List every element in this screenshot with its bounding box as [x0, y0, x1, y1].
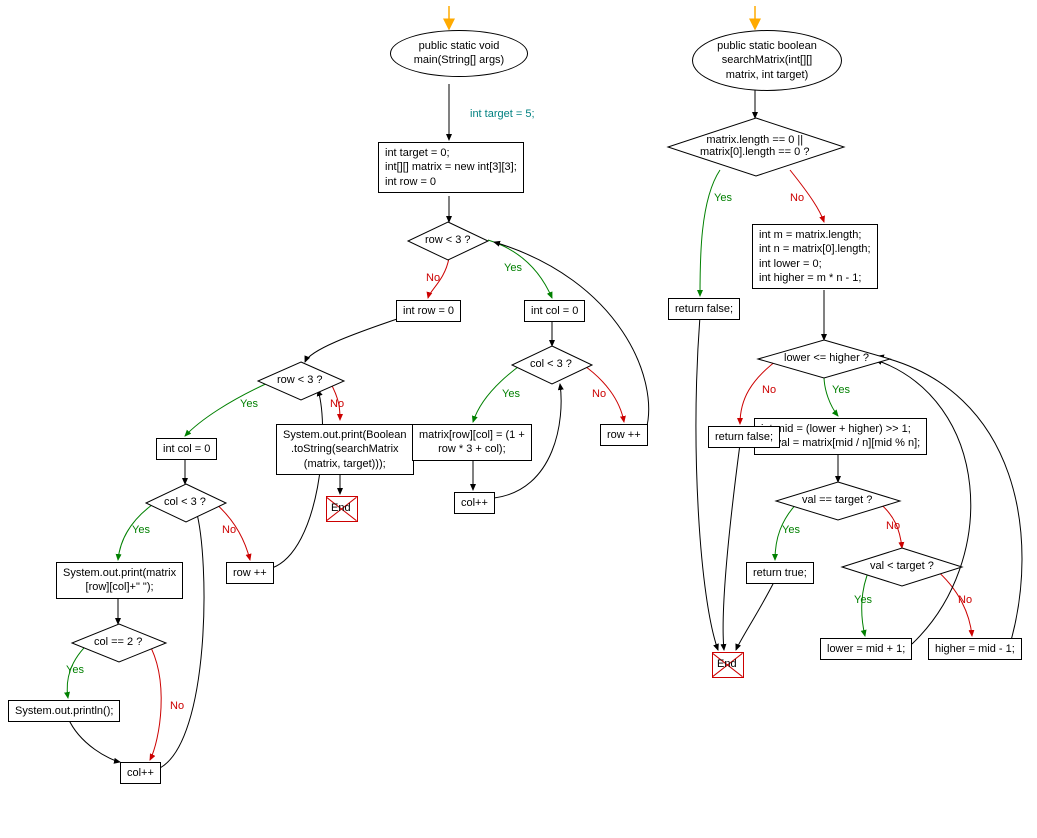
no-5: No	[170, 700, 184, 712]
no-r1: No	[790, 192, 804, 204]
no-3: No	[592, 388, 606, 400]
row-pp-a: row ++	[600, 424, 648, 446]
comment-target: int target = 5;	[470, 108, 535, 120]
end-left-label: End	[331, 502, 351, 514]
col-lt-3-a-text: col < 3 ?	[530, 358, 572, 370]
println: System.out.println();	[8, 700, 120, 722]
yes-1: Yes	[504, 262, 522, 274]
row-lt-3-b-text: row < 3 ?	[277, 374, 323, 386]
yes-4: Yes	[132, 524, 150, 536]
row-pp-b: row ++	[226, 562, 274, 584]
init-vars-right: int m = matrix.length; int n = matrix[0]…	[752, 224, 878, 289]
no-r2: No	[762, 384, 776, 396]
val-eq-target-text: val == target ?	[802, 494, 872, 506]
yes-r3: Yes	[782, 524, 800, 536]
yes-r4: Yes	[854, 594, 872, 606]
int-col-0-b: int col = 0	[156, 438, 217, 460]
int-col-0-a: int col = 0	[524, 300, 585, 322]
return-false-a: return false;	[668, 298, 740, 320]
no-2: No	[330, 398, 344, 410]
start-main: public static void main(String[] args)	[390, 30, 528, 77]
col-lt-3-b-text: col < 3 ?	[164, 496, 206, 508]
no-1: No	[426, 272, 440, 284]
matrix-assign: matrix[row][col] = (1 + row * 3 + col);	[412, 424, 532, 461]
end-right-label: End	[717, 658, 737, 670]
col-eq-2-text: col == 2 ?	[94, 636, 142, 648]
lower-assign: lower = mid + 1;	[820, 638, 912, 660]
end-right: End	[712, 652, 744, 678]
col-pp-b: col++	[120, 762, 161, 784]
end-left: End	[326, 496, 358, 522]
yes-2: Yes	[240, 398, 258, 410]
row-lt-3-a-text: row < 3 ?	[425, 234, 471, 246]
int-row-0-b: int row = 0	[396, 300, 461, 322]
col-pp-a: col++	[454, 492, 495, 514]
start-search: public static boolean searchMatrix(int[]…	[692, 30, 842, 91]
no-4: No	[222, 524, 236, 536]
lower-le-higher-text: lower <= higher ?	[784, 352, 869, 364]
return-true: return true;	[746, 562, 814, 584]
print-bool: System.out.print(Boolean .toString(searc…	[276, 424, 414, 475]
return-false-b: return false;	[708, 426, 780, 448]
yes-5: Yes	[66, 664, 84, 676]
print-matrix: System.out.print(matrix [row][col]+" ");	[56, 562, 183, 599]
yes-r2: Yes	[832, 384, 850, 396]
val-lt-target-text: val < target ?	[870, 560, 934, 572]
yes-r1: Yes	[714, 192, 732, 204]
no-r3: No	[886, 520, 900, 532]
higher-assign: higher = mid - 1;	[928, 638, 1022, 660]
yes-3: Yes	[502, 388, 520, 400]
init-block: int target = 0; int[][] matrix = new int…	[378, 142, 524, 193]
no-r4: No	[958, 594, 972, 606]
len-check-text: matrix.length == 0 || matrix[0].length =…	[700, 134, 809, 158]
